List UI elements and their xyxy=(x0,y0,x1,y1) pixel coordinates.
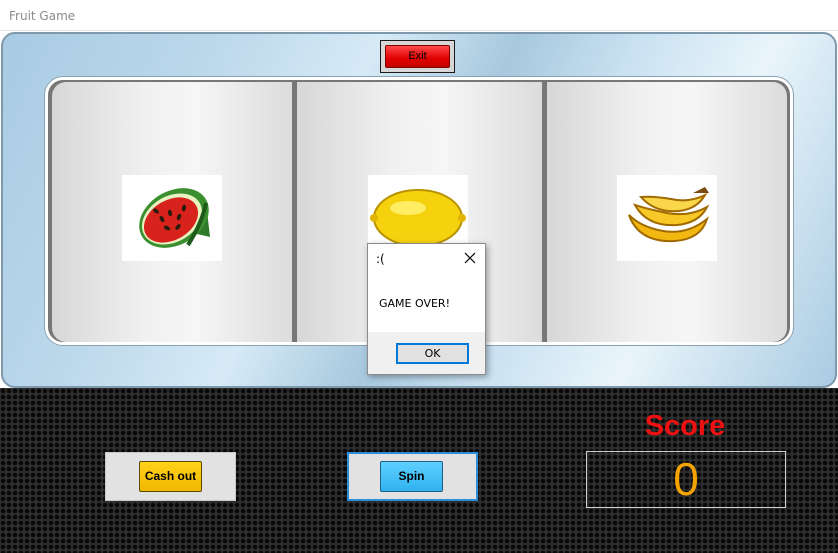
score-value: 0 xyxy=(673,453,699,505)
watermelon-icon xyxy=(122,175,222,261)
exit-button-frame: Exit xyxy=(380,40,455,73)
score-label: Score xyxy=(644,410,726,442)
dialog-title: :( xyxy=(376,252,385,266)
close-icon[interactable] xyxy=(460,249,480,267)
score-box: 0 xyxy=(586,451,786,508)
reel-1 xyxy=(52,82,292,342)
window-title: Fruit Game xyxy=(9,9,76,23)
banana-icon xyxy=(617,175,717,261)
dialog-message: GAME OVER! xyxy=(379,297,450,310)
cash-out-button[interactable]: Cash out xyxy=(139,461,202,492)
game-over-dialog: :( GAME OVER! OK xyxy=(367,243,486,375)
title-bar[interactable]: Fruit Game xyxy=(0,0,838,31)
exit-button[interactable]: Exit xyxy=(385,45,450,68)
reel-3 xyxy=(547,82,787,342)
dialog-body: :( GAME OVER! xyxy=(368,244,485,332)
cash-out-frame: Cash out xyxy=(105,452,236,501)
spin-button[interactable]: Spin xyxy=(380,461,443,492)
spin-frame: Spin xyxy=(347,452,478,501)
ok-button[interactable]: OK xyxy=(396,343,469,364)
